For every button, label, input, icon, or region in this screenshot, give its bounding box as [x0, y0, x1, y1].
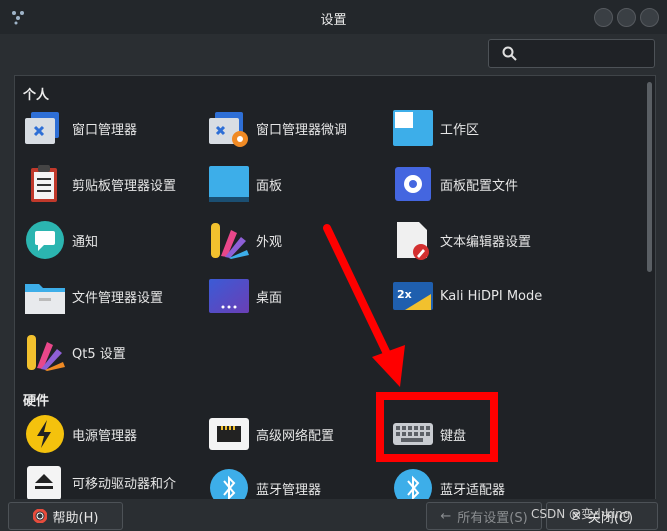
back-arrow-icon: ←	[440, 508, 452, 524]
help-button[interactable]: 帮助(H)	[8, 502, 123, 530]
annotation-arrow	[323, 224, 498, 462]
watermark: CSDN @变小king	[531, 507, 631, 521]
help-icon	[32, 509, 47, 523]
all-settings-button[interactable]: ← 所有设置(S)	[426, 502, 542, 530]
keyboard-highlight-box	[376, 392, 498, 462]
